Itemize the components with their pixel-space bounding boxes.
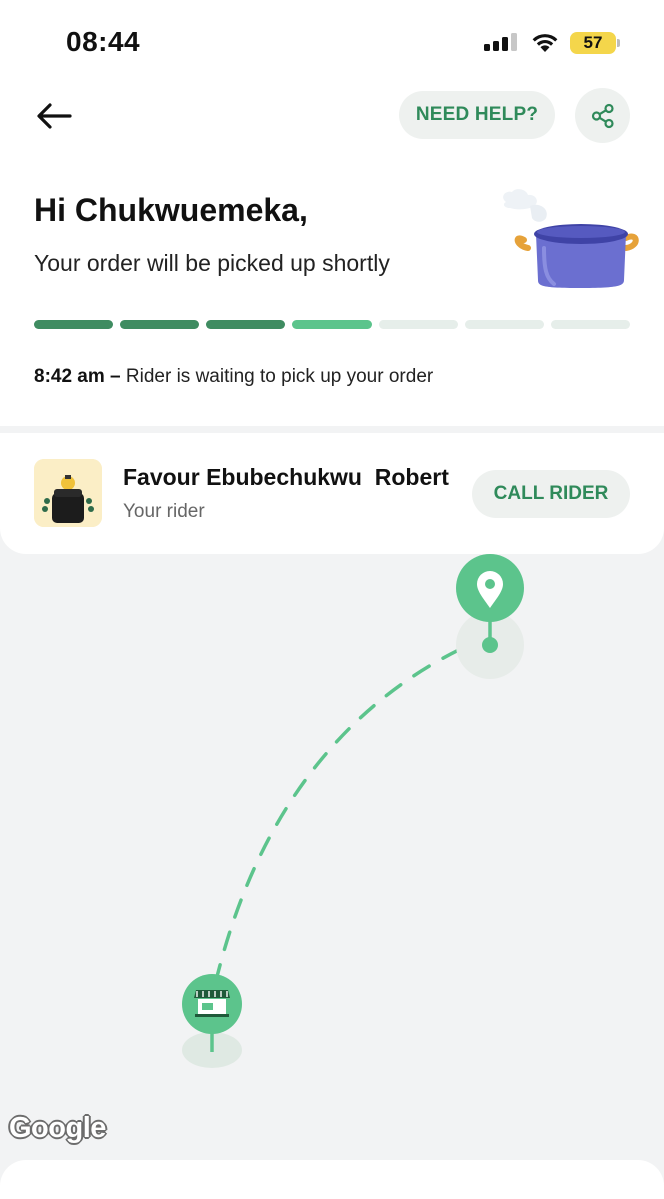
order-status-subtitle: Your order will be picked up shortly	[34, 250, 390, 276]
progress-segment	[120, 320, 200, 329]
progress-segment	[378, 320, 458, 329]
battery-tip	[617, 39, 620, 47]
destination-marker[interactable]	[456, 554, 524, 622]
route-path	[210, 634, 492, 1000]
bottom-sheet[interactable]	[0, 1160, 664, 1199]
rider-card: Favour Ebubechukwu Robert Your rider CAL…	[0, 433, 664, 554]
share-icon	[591, 103, 614, 128]
google-attribution-logo: Google	[9, 1112, 106, 1144]
status-bar-time: 08:44	[66, 26, 141, 57]
rider-status-line: 8:42 am – Rider is waiting to pick up yo…	[34, 366, 433, 388]
call-rider-button[interactable]: CALL RIDER	[472, 470, 630, 518]
rider-avatar	[34, 459, 102, 527]
delivery-map[interactable]	[0, 554, 664, 1160]
share-button[interactable]	[575, 88, 630, 143]
battery-level: 57	[583, 33, 603, 52]
destination-dot	[482, 637, 498, 653]
rider-icon	[34, 459, 102, 527]
need-help-button[interactable]: NEED HELP?	[399, 91, 555, 139]
cellular-signal-icon	[484, 33, 517, 51]
status-message: Rider is waiting to pick up your order	[125, 366, 434, 387]
progress-segment	[292, 320, 372, 329]
wifi-icon	[532, 34, 558, 52]
progress-segment	[206, 320, 286, 329]
store-marker[interactable]	[182, 974, 242, 1034]
progress-segment	[550, 320, 630, 329]
back-arrow-icon[interactable]	[34, 98, 74, 134]
progress-segment	[464, 320, 544, 329]
status-time: 8:42 am	[34, 366, 105, 387]
cooking-pot-illustration	[503, 189, 639, 288]
greeting-title: Hi Chukwuemeka,	[34, 192, 308, 228]
rider-role-label: Your rider	[123, 501, 205, 522]
battery-indicator: 57	[570, 32, 620, 54]
progress-segment	[34, 320, 114, 329]
order-progress-bar	[34, 320, 630, 330]
rider-name: Favour Ebubechukwu Robert	[123, 464, 449, 490]
status-separator: –	[104, 366, 126, 387]
header-card: 08:44 57 NEED HELP? Hi Chukwuemeka, Your…	[0, 0, 664, 426]
